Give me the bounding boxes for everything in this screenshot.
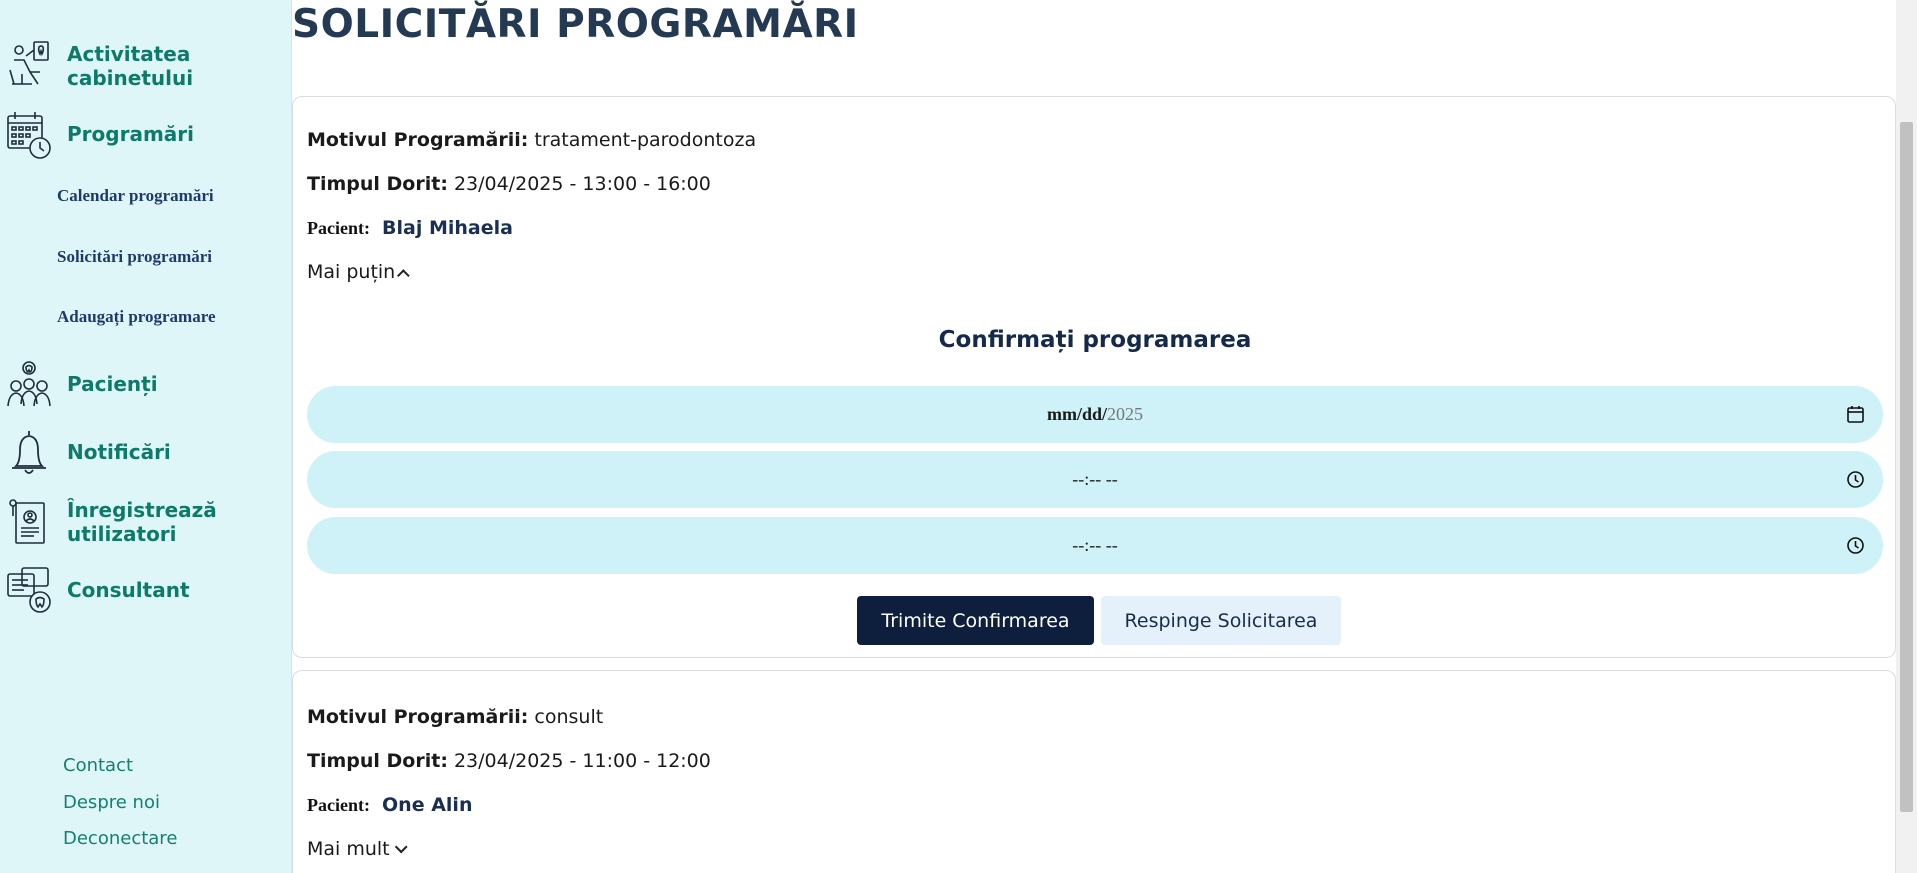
subnav-adaugati-programare[interactable]: Adaugați programare	[57, 307, 216, 327]
time-label: Timpul Dorit:	[307, 750, 448, 772]
request-time: Timpul Dorit: 23/04/2025 - 11:00 - 12:00	[307, 750, 711, 772]
end-time-value: --:-- --	[1072, 535, 1118, 555]
patient-name[interactable]: One Alin	[382, 794, 472, 816]
footer-link-deconectare[interactable]: Deconectare	[63, 828, 177, 849]
calendar-icon[interactable]	[1846, 405, 1865, 424]
patient-name[interactable]: Blaj Mihaela	[382, 217, 513, 239]
reason-label: Motivul Programării:	[307, 706, 529, 728]
nav-label-line2: cabinetului	[67, 66, 194, 90]
page-title: SOLICITĂRI PROGRAMĂRI	[292, 2, 859, 47]
reason-value: tratament-parodontoza	[534, 129, 757, 151]
nav-label: Notificări	[67, 440, 171, 464]
calendar-clock-icon	[6, 110, 52, 160]
footer-link-despre-noi[interactable]: Despre noi	[63, 792, 160, 813]
time-label: Timpul Dorit:	[307, 173, 448, 195]
patient-label: Pacient:	[307, 218, 370, 238]
register-form-icon	[6, 497, 52, 547]
nav-label-line1: Activitatea	[67, 42, 191, 66]
start-time-input[interactable]: --:-- --	[307, 451, 1883, 508]
time-value: 23/04/2025 - 11:00 - 12:00	[453, 750, 711, 772]
nav-item-pacienti[interactable]: Pacienți	[0, 360, 292, 410]
bell-icon	[6, 428, 52, 478]
nav-label-line2: utilizatori	[67, 522, 177, 546]
clock-icon[interactable]	[1846, 536, 1865, 555]
consultant-chat-icon	[6, 566, 52, 616]
request-card: Motivul Programării: tratament-parodonto…	[292, 96, 1896, 658]
submit-confirmation-button[interactable]: Trimite Confirmarea	[857, 596, 1094, 645]
reject-request-button[interactable]: Respinge Solicitarea	[1101, 596, 1341, 645]
request-patient: Pacient: Blaj Mihaela	[307, 217, 513, 239]
date-value: mm/dd/2025	[1046, 404, 1143, 424]
sidebar: Activitatea cabinetului Programări Calen…	[0, 0, 292, 873]
page-scrollbar[interactable]	[1896, 0, 1917, 873]
request-reason: Motivul Programării: consult	[307, 706, 603, 728]
chevron-up-icon	[397, 269, 410, 282]
nav-item-notificari[interactable]: Notificări	[0, 428, 292, 478]
request-time: Timpul Dorit: 23/04/2025 - 13:00 - 16:00	[307, 173, 711, 195]
nav-label-line1: Înregistrează	[67, 498, 217, 522]
scrollbar-thumb[interactable]	[1900, 122, 1913, 812]
toggle-label: Mai puțin	[307, 261, 396, 283]
request-reason: Motivul Programării: tratament-parodonto…	[307, 129, 756, 151]
nav-label: Pacienți	[67, 372, 158, 396]
date-input[interactable]: mm/dd/2025	[307, 386, 1883, 443]
nav-item-inregistreaza-utilizatori[interactable]: Înregistrează utilizatori	[0, 496, 292, 548]
end-time-input[interactable]: --:-- --	[307, 517, 1883, 574]
patient-label: Pacient:	[307, 795, 370, 815]
toggle-label: Mai mult	[307, 838, 390, 860]
nav-item-programari[interactable]: Programări	[0, 110, 292, 160]
start-time-value: --:-- --	[1072, 469, 1118, 489]
subnav-solicitari-programari[interactable]: Solicitări programări	[57, 247, 212, 267]
dentist-chair-icon	[6, 40, 52, 90]
nav-item-activitatea-cabinetului[interactable]: Activitatea cabinetului	[0, 40, 292, 90]
show-more-toggle[interactable]: Mai mult	[307, 838, 408, 860]
time-value: 23/04/2025 - 13:00 - 16:00	[453, 173, 711, 195]
reason-value: consult	[534, 706, 604, 728]
clock-icon[interactable]	[1846, 470, 1865, 489]
footer-link-contact[interactable]: Contact	[63, 755, 133, 776]
subnav-calendar-programari[interactable]: Calendar programări	[57, 186, 214, 206]
reason-label: Motivul Programării:	[307, 129, 529, 151]
show-less-toggle[interactable]: Mai puțin	[307, 261, 410, 283]
request-patient: Pacient: One Alin	[307, 794, 472, 816]
confirm-title: Confirmați programarea	[938, 327, 1252, 353]
nav-label: Programări	[67, 122, 194, 146]
chevron-down-icon	[394, 840, 408, 854]
nav-item-consultant[interactable]: Consultant	[0, 566, 292, 616]
patients-group-icon	[6, 360, 52, 410]
request-card: Motivul Programării: consult Timpul Dori…	[292, 670, 1896, 873]
nav-label: Consultant	[67, 578, 190, 602]
